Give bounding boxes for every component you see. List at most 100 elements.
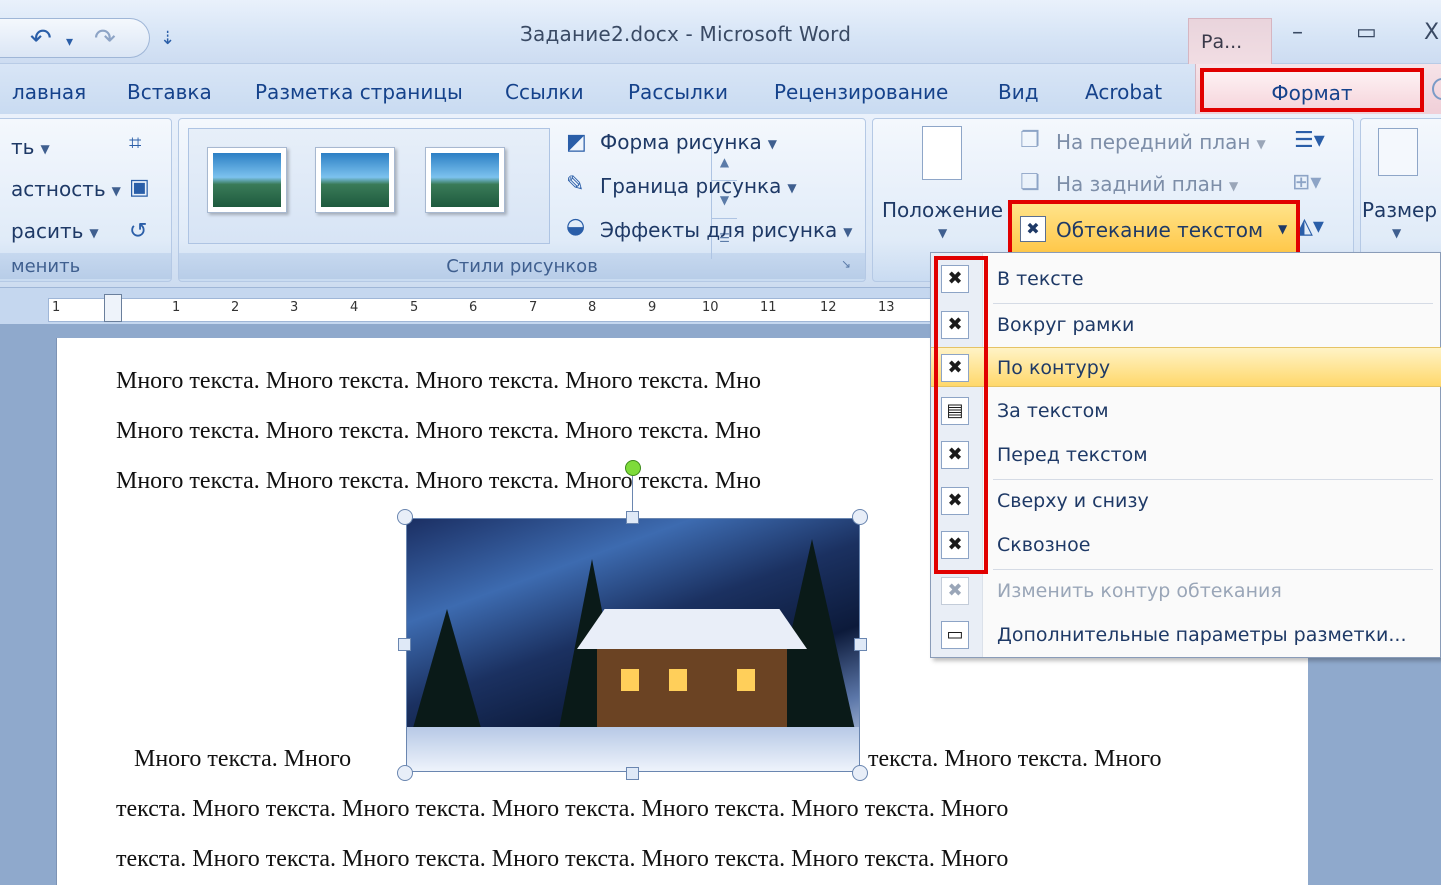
size-dropdown-icon[interactable]: ▼ bbox=[1392, 226, 1401, 240]
undo-icon[interactable]: ↶ bbox=[30, 24, 52, 54]
group-adjust: ть ▼ астность ▼ расить ▼ ⌗ ▣ ↺ менить bbox=[0, 118, 172, 282]
cabin-window bbox=[669, 669, 687, 691]
menu-item-tight[interactable]: ✖ По контуру bbox=[931, 347, 1441, 387]
tab-acrobat[interactable]: Acrobat bbox=[1085, 80, 1162, 104]
ruler-number: 8 bbox=[588, 300, 597, 315]
cabin-window bbox=[621, 669, 639, 691]
text-wrapping-dropdown-icon: ▼ bbox=[1278, 222, 1288, 236]
snow bbox=[407, 727, 859, 771]
size-icon[interactable] bbox=[1378, 128, 1418, 176]
ruler-number: 11 bbox=[760, 300, 777, 315]
ruler-number: 3 bbox=[290, 300, 299, 315]
undo-dropdown-icon[interactable]: ▾ bbox=[66, 34, 73, 50]
edit-wrap-points-icon: ✖ bbox=[941, 577, 969, 605]
text-wrapping-menu: ✖ В тексте ✖ Вокруг рамки ✖ По контуру ▤… bbox=[930, 252, 1441, 658]
text-line: Много текста. Много текста. Много текста… bbox=[116, 468, 762, 494]
change-picture-icon[interactable]: ▣ bbox=[129, 175, 150, 200]
picture-border-icon: ✎ bbox=[566, 172, 585, 197]
contextual-tab-header[interactable]: Ра... bbox=[1188, 18, 1272, 64]
resize-handle[interactable] bbox=[626, 511, 639, 524]
menu-item-in-line[interactable]: ✖ В тексте bbox=[931, 259, 1441, 299]
group-objects-icon[interactable]: ⊞▾ bbox=[1292, 170, 1321, 195]
text-line: текста. Много текста. Много текста. Мног… bbox=[116, 846, 1009, 872]
resize-handle[interactable] bbox=[397, 509, 413, 525]
ruler-number: 1 bbox=[172, 300, 181, 315]
horizontal-ruler: 1 1 2 3 4 5 6 7 8 9 10 11 12 13 bbox=[0, 294, 940, 324]
tab-review[interactable]: Рецензирование bbox=[774, 80, 948, 104]
quick-access-toolbar: ↶ ▾ ↷ ⇣ bbox=[0, 18, 180, 58]
rotate-icon[interactable]: ◭▾ bbox=[1296, 214, 1324, 239]
compress-pictures-icon[interactable]: ⌗ bbox=[129, 131, 141, 156]
ruler-number: 4 bbox=[350, 300, 359, 315]
more-layout-options-icon: ▭ bbox=[941, 621, 969, 649]
menu-item-more-layout-options[interactable]: ▭ Дополнительные параметры разметки... bbox=[931, 615, 1441, 655]
redo-icon[interactable]: ↷ bbox=[94, 24, 116, 54]
tab-mailings[interactable]: Рассылки bbox=[628, 80, 728, 104]
window-title: Задание2.docx - Microsoft Word bbox=[520, 22, 852, 46]
resize-handle[interactable] bbox=[854, 638, 867, 651]
adjust-item-recolor[interactable]: расить ▼ bbox=[11, 219, 99, 243]
position-button[interactable]: Положение bbox=[882, 198, 1003, 222]
picture-effects-button[interactable]: Эффекты для рисунка ▼ bbox=[600, 218, 853, 242]
position-icon[interactable] bbox=[922, 126, 962, 180]
tab-insert[interactable]: Вставка bbox=[127, 80, 212, 104]
tab-page-layout[interactable]: Разметка страницы bbox=[255, 80, 463, 104]
menu-item-in-front-of-text[interactable]: ✖ Перед текстом bbox=[931, 435, 1441, 475]
style-thumbnail[interactable] bbox=[315, 147, 395, 213]
maximize-button[interactable]: ▭ bbox=[1356, 20, 1377, 45]
menu-item-through[interactable]: ✖ Сквозное bbox=[931, 525, 1441, 565]
adjust-item-contrast[interactable]: астность ▼ bbox=[11, 177, 121, 201]
resize-handle[interactable] bbox=[852, 509, 868, 525]
picture-border-button[interactable]: Граница рисунка ▼ bbox=[600, 174, 797, 198]
menu-item-square[interactable]: ✖ Вокруг рамки bbox=[931, 305, 1441, 345]
resize-handle[interactable] bbox=[626, 767, 639, 780]
indent-marker[interactable] bbox=[104, 294, 122, 322]
resize-handle[interactable] bbox=[398, 638, 411, 651]
text-wrapping-icon: ✖ bbox=[1020, 216, 1046, 242]
ribbon-tabs: лавная Вставка Разметка страницы Ссылки … bbox=[0, 64, 1441, 114]
text-wrapping-label: Обтекание текстом bbox=[1056, 218, 1264, 242]
tab-format[interactable]: Формат bbox=[1200, 68, 1424, 112]
group-picture-styles-label: Стили рисунков bbox=[179, 253, 865, 279]
picture-shape-icon: ◩ bbox=[566, 130, 587, 155]
customize-qat-icon[interactable]: ⇣ bbox=[160, 28, 175, 49]
send-back-icon: ❏ bbox=[1020, 170, 1040, 195]
resize-handle[interactable] bbox=[852, 765, 868, 781]
selected-picture[interactable] bbox=[406, 518, 860, 772]
ruler-number: 12 bbox=[820, 300, 837, 315]
menu-item-edit-wrap-points[interactable]: ✖ Изменить контур обтекания bbox=[931, 571, 1441, 611]
tab-references[interactable]: Ссылки bbox=[505, 80, 584, 104]
resize-handle[interactable] bbox=[397, 765, 413, 781]
ruler-strip bbox=[48, 298, 940, 322]
close-button[interactable]: X bbox=[1424, 20, 1439, 45]
ruler-number: 9 bbox=[648, 300, 657, 315]
rotation-line bbox=[632, 476, 633, 516]
reset-picture-icon[interactable]: ↺ bbox=[129, 219, 147, 244]
tab-home[interactable]: лавная bbox=[12, 80, 86, 104]
size-button[interactable]: Размер bbox=[1362, 198, 1437, 222]
highlight-box bbox=[934, 256, 988, 574]
rotation-handle[interactable] bbox=[625, 460, 641, 476]
send-back-button[interactable]: На задний план ▼ bbox=[1056, 172, 1238, 196]
menu-item-top-and-bottom[interactable]: ✖ Сверху и снизу bbox=[931, 481, 1441, 521]
align-icon[interactable]: ☰▾ bbox=[1294, 128, 1325, 153]
position-dropdown-icon[interactable]: ▼ bbox=[938, 226, 947, 240]
ruler-number: 5 bbox=[410, 300, 419, 315]
minimize-button[interactable]: – bbox=[1292, 20, 1303, 45]
bring-front-button[interactable]: На передний план ▼ bbox=[1056, 130, 1266, 154]
text-line: текста. Много текста. Много текста. Мног… bbox=[116, 796, 1009, 822]
dialog-launcher-icon[interactable]: ↘ bbox=[841, 257, 851, 271]
picture-shape-button[interactable]: Форма рисунка ▼ bbox=[600, 130, 777, 154]
text-line: Много текста. Много bbox=[134, 746, 352, 772]
style-thumbnail[interactable] bbox=[425, 147, 505, 213]
tab-view[interactable]: Вид bbox=[998, 80, 1039, 104]
title-bar: ↶ ▾ ↷ ⇣ Задание2.docx - Microsoft Word Р… bbox=[0, 0, 1441, 64]
style-thumbnail[interactable] bbox=[207, 147, 287, 213]
picture-styles-gallery: ▲ ▼ ☰ bbox=[188, 128, 737, 259]
text-line: Много текста. Много текста. Много текста… bbox=[116, 368, 762, 394]
adjust-item-1[interactable]: ть ▼ bbox=[11, 135, 50, 159]
menu-item-behind-text[interactable]: ▤ За текстом bbox=[931, 391, 1441, 431]
group-adjust-label: менить bbox=[0, 253, 171, 279]
ruler-number: 2 bbox=[231, 300, 240, 315]
text-wrapping-button[interactable]: ✖ Обтекание текстом ▼ bbox=[1008, 200, 1300, 256]
